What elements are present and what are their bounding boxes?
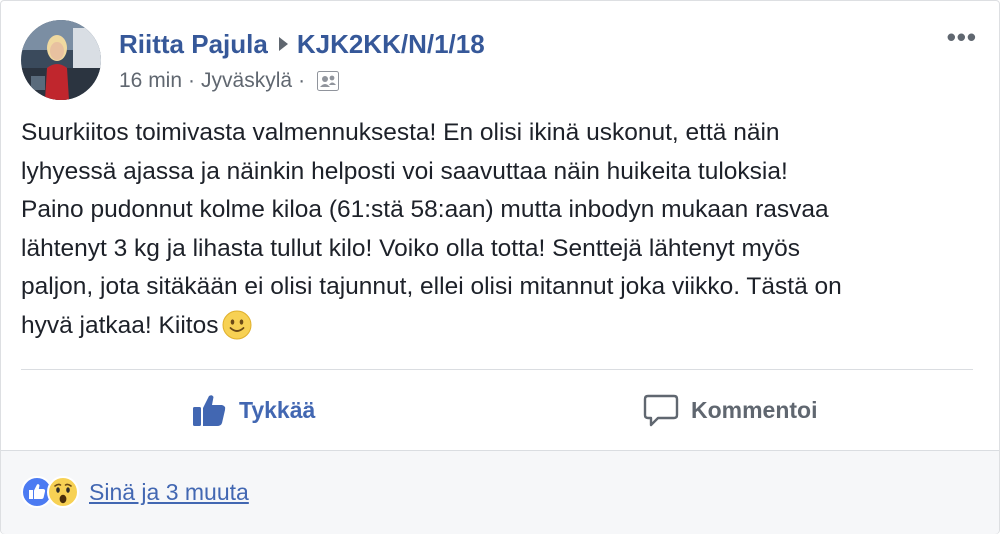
reactions-summary[interactable]: Sinä ja 3 muuta	[21, 476, 249, 508]
timestamp[interactable]: 16 min	[119, 69, 182, 93]
comment-button[interactable]: Kommentoi	[643, 370, 818, 450]
meta-separator: ·	[298, 69, 306, 92]
author-name[interactable]: Riitta Pajula	[119, 29, 268, 60]
group-audience-icon[interactable]	[317, 71, 340, 91]
like-label: Tykkää	[239, 396, 316, 423]
post-meta: 16 min · Jyväskylä ·	[119, 67, 340, 95]
meta-separator: ·	[188, 69, 196, 92]
avatar[interactable]	[21, 20, 101, 100]
post-text-line: hyvä jatkaa! Kiitos	[21, 311, 219, 339]
post-text-line: Paino pudonnut kolme kiloa (61:stä 58:aa…	[21, 196, 829, 223]
reactions-count-link[interactable]: Sinä ja 3 muuta	[89, 479, 249, 506]
post-text-line: Suurkiitos toimivasta valmennuksesta! En…	[21, 119, 780, 146]
reactions-footer: Sinä ja 3 muuta	[1, 450, 999, 534]
post-header: Riitta Pajula KJK2KK/N/1/18	[119, 27, 485, 61]
post-text-line-last: hyvä jatkaa! Kiitos	[21, 307, 981, 353]
group-name[interactable]: KJK2KK/N/1/18	[297, 29, 485, 60]
triangle-right-icon	[278, 36, 289, 52]
comment-bubble-icon	[643, 392, 679, 428]
action-bar: Tykkää Kommentoi	[1, 370, 999, 450]
post-text-line: lähtenyt 3 kg ja lihasta tullut kilo! Vo…	[21, 234, 800, 262]
location[interactable]: Jyväskylä	[201, 69, 292, 93]
thumbs-up-icon	[191, 392, 227, 428]
smiley-emoji-icon	[222, 310, 252, 353]
post-text-line: paljon, jota sitäkään ei olisi tajunnut,…	[21, 273, 842, 300]
like-button[interactable]: Tykkää	[191, 370, 315, 450]
post-card: Riitta Pajula KJK2KK/N/1/18 16 min · Jyv…	[0, 0, 1000, 534]
more-options-button[interactable]: •••	[947, 24, 977, 50]
wow-reaction-icon	[47, 476, 79, 508]
post-text: Suurkiitos toimivasta valmennuksesta! En…	[21, 114, 981, 352]
post-text-line: lyhyessä ajassa ja näinkin helposti voi …	[21, 157, 788, 185]
comment-label: Kommentoi	[691, 396, 818, 423]
